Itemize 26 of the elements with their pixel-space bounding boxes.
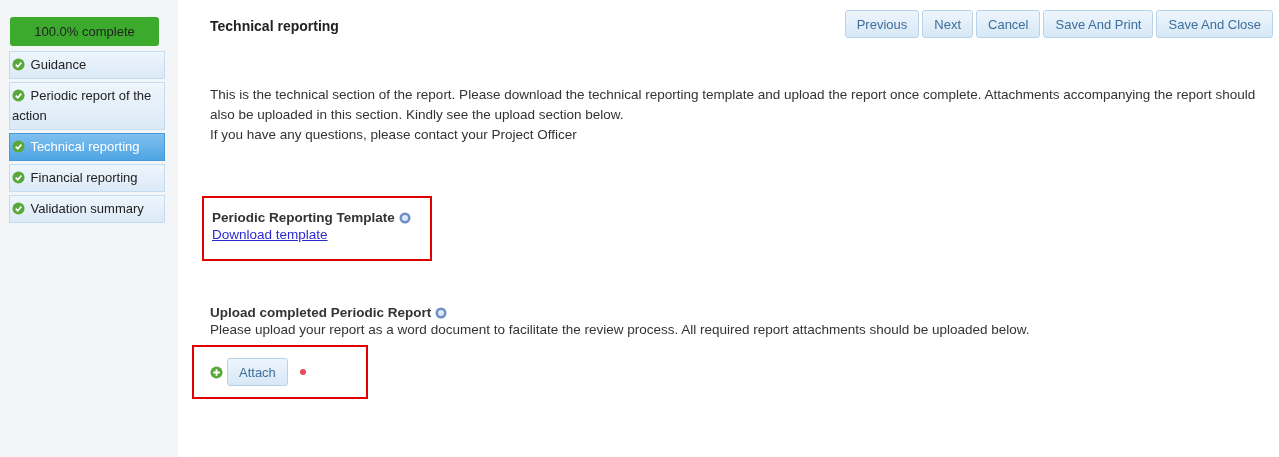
check-icon (12, 89, 25, 102)
section-heading: Periodic Reporting Template (212, 210, 395, 225)
toolbar-button[interactable]: Save And Close (1156, 10, 1273, 38)
intro-text: If you have any questions, please contact your Project Officer (210, 126, 578, 144)
intro-text: This is the technical section of the report. Please download the technical reporting template and upload the report once complete. Attachments accompanying the report should also be uploaded in this section. Kindly see the upload section below. (210, 86, 1257, 124)
progress-label: 100.0% complete (33, 23, 136, 41)
download-link[interactable]: Download template (212, 227, 328, 242)
help-icon[interactable] (435, 306, 448, 319)
sidebar-item[interactable]: Guidance (9, 51, 165, 79)
sidebar-item[interactable]: Financial reporting (9, 164, 165, 192)
check-icon (12, 140, 25, 153)
toolbar-button[interactable]: Cancel (976, 10, 1041, 38)
attach-button[interactable]: Attach (227, 358, 288, 386)
check-icon (12, 171, 25, 184)
toolbar-button[interactable]: Previous (844, 10, 920, 38)
upload-description: Please upload your report as a word document to facilitate the review process. All required report attachments should be uploaded below. (210, 322, 1031, 337)
check-icon (12, 58, 25, 71)
section-heading: Upload completed Periodic Report (210, 305, 432, 320)
check-icon (12, 202, 25, 215)
sidebar-item[interactable]: Periodic report of the action (9, 82, 165, 130)
add-icon[interactable] (210, 365, 223, 379)
sidebar-item[interactable]: Validation summary (9, 195, 165, 223)
toolbar-button[interactable]: Next (922, 10, 973, 38)
toolbar-button[interactable]: Save And Print (1043, 10, 1154, 38)
page-title: Technical reporting (210, 18, 339, 34)
help-icon[interactable] (398, 211, 411, 224)
